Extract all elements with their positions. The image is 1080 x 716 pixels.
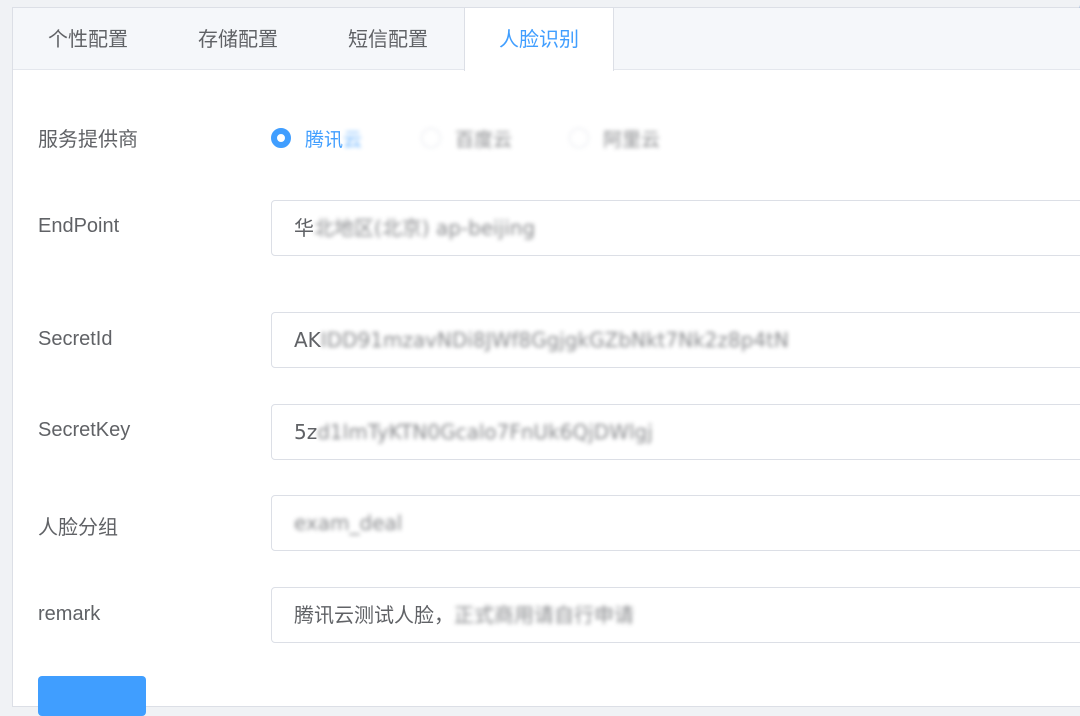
radio-unchecked-icon bbox=[569, 128, 589, 148]
radio-baidu[interactable]: 百度云 bbox=[421, 125, 512, 151]
submit-button[interactable] bbox=[38, 676, 146, 716]
radio-label: 阿里云 bbox=[603, 128, 661, 151]
tab-sms-config[interactable]: 短信配置 bbox=[313, 8, 463, 70]
remark-label: remark bbox=[38, 603, 101, 625]
remark-field[interactable]: 腾讯云测试人脸，正式商用请自行申请 bbox=[271, 587, 1080, 643]
face-group-label: 人脸分组 bbox=[38, 517, 118, 539]
endpoint-field[interactable]: 华北地区(北京) ap-beijing bbox=[271, 200, 1080, 256]
radio-label: 腾讯云 bbox=[305, 128, 363, 151]
tab-face-recognition[interactable]: 人脸识别 bbox=[464, 8, 614, 71]
radio-checked-icon bbox=[271, 128, 291, 148]
secret-id-label: SecretId bbox=[38, 328, 113, 350]
radio-tencent[interactable]: 腾讯云 bbox=[271, 125, 362, 151]
radio-unchecked-icon bbox=[421, 128, 441, 148]
face-group-field[interactable]: exam_deal bbox=[271, 495, 1080, 551]
secret-key-label: SecretKey bbox=[38, 419, 131, 441]
tab-bar: 个性配置 存储配置 短信配置 人脸识别 bbox=[13, 8, 1080, 71]
settings-panel: S 个性配置 存储配置 短信配置 人脸识别 服务提供商 腾讯云 百度云 阿里云 … bbox=[12, 0, 1080, 716]
tab-personal-config[interactable]: 个性配置 bbox=[13, 8, 163, 70]
radio-aliyun[interactable]: 阿里云 bbox=[569, 125, 660, 151]
endpoint-label: EndPoint bbox=[38, 215, 120, 237]
radio-label: 百度云 bbox=[455, 128, 513, 151]
secret-id-field[interactable]: AKIDD91mzavNDi8JWf8GgjgkGZbNkt7Nk2z8p4tN bbox=[271, 312, 1080, 368]
tab-storage-config[interactable]: 存储配置 bbox=[163, 8, 313, 70]
provider-label: 服务提供商 bbox=[38, 129, 138, 151]
secret-key-field[interactable]: 5zd1lmTyKTN0Gcalo7FnUk6QjDWlgj bbox=[271, 404, 1080, 460]
